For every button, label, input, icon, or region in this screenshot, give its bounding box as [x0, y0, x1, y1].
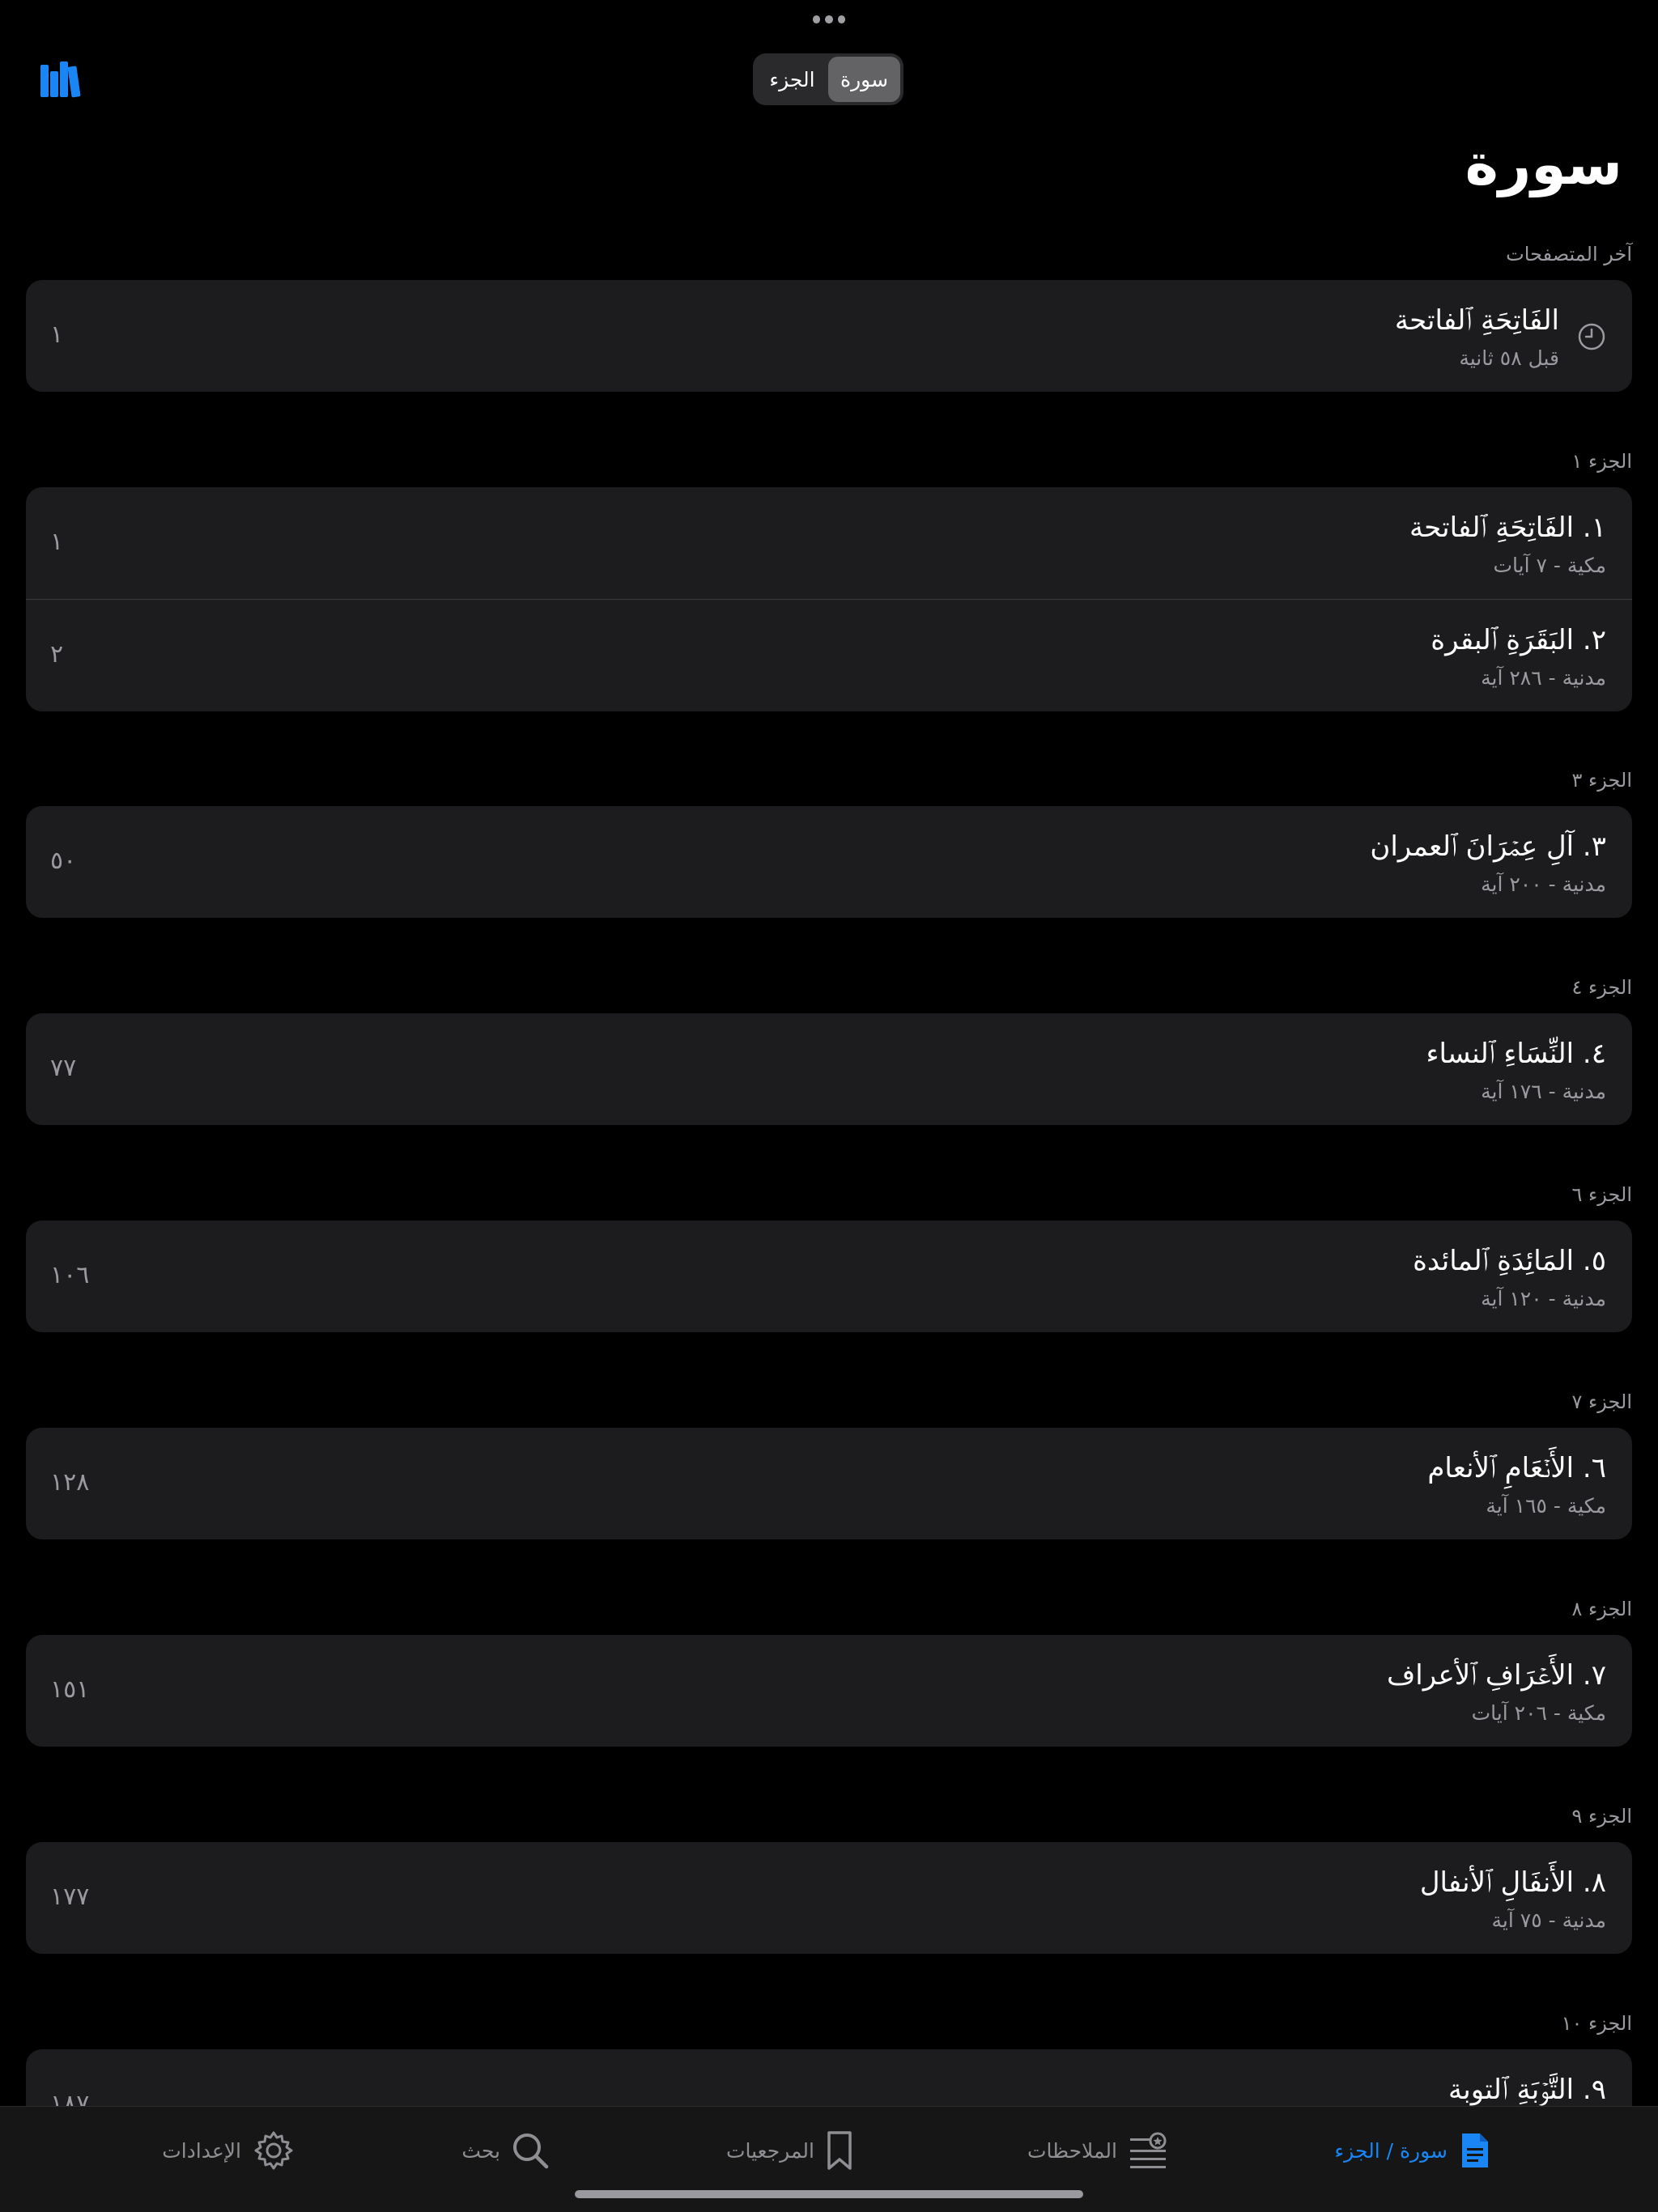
surah-row[interactable]: ٨. الأَنفَالِ ﭐﻷﻧﻔﺎﻝ مدنية - ٧٥ آية ١٧٧ — [26, 1842, 1632, 1954]
surah-row[interactable]: ٤. النِّسَاءِ ﭐﻟﻨﺴﺎﺀ مدنية - ١٧٦ آية ٧٧ — [26, 1013, 1632, 1125]
page-number: ١٧٧ — [50, 1883, 90, 1911]
section-header-juz: الجزء ٣ — [1571, 769, 1632, 792]
surah-row[interactable]: ٦. الأَنۡعَامِ ﭐﻷﻧﻌﺎﻡ مكية - ١٦٥ آية ١٢٨ — [26, 1428, 1632, 1539]
juz-card: ٣. آلِ عِمۡرَانَ ﭐﻟﻌﻤﺮﺍﻥ مدنية - ٢٠٠ آية… — [26, 806, 1632, 918]
segment-juz[interactable]: الجزء — [756, 57, 828, 102]
surah-subtitle: مدنية - ٢٠٠ آية — [1481, 872, 1606, 896]
surah-subtitle: مكية - ٢٠٦ آيات — [1471, 1701, 1606, 1725]
surah-subtitle: مدنية - ١٢٠ آية — [1481, 1287, 1606, 1310]
surah-row[interactable]: ١. الفَاتِحَةِ ﭐﻟﻔﺎﺗﺤﺔ مكية - ٧ آيات ١ — [26, 487, 1632, 599]
surah-title: ٣. آلِ عِمۡرَانَ ﭐﻟﻌﻤﺮﺍﻥ — [1370, 830, 1606, 863]
surah-subtitle: مكية - ١٦٥ آية — [1486, 1494, 1606, 1518]
surah-title: ٦. الأَنۡعَامِ ﭐﻷﻧﻌﺎﻡ — [1427, 1452, 1606, 1484]
tab-notes[interactable]: الملاحظات — [1027, 2126, 1169, 2175]
section-header-juz: الجزء ٨ — [1571, 1598, 1632, 1620]
surah-title: ٤. النِّسَاءِ ﭐﻟﻨﺴﺎﺀ — [1426, 1038, 1606, 1070]
page-number: ١٥١ — [50, 1675, 90, 1704]
page-number: ٢ — [50, 640, 64, 669]
surah-subtitle: قبل ٥٨ ثانية — [1459, 346, 1559, 370]
juz-card: ٤. النِّسَاءِ ﭐﻟﻨﺴﺎﺀ مدنية - ١٧٦ آية ٧٧ — [26, 1013, 1632, 1125]
juz-card: ٧. الأَعۡرَافِ ﭐﻷﻋﺮﺍﻑ مكية - ٢٠٦ آيات ١٥… — [26, 1635, 1632, 1747]
section-header-juz: الجزء ١٠ — [1561, 2012, 1632, 2035]
surah-row[interactable]: ٧. الأَعۡرَافِ ﭐﻷﻋﺮﺍﻑ مكية - ٢٠٦ آيات ١٥… — [26, 1635, 1632, 1747]
tab-label: الملاحظات — [1027, 2138, 1117, 2163]
surah-row[interactable]: ٥. المَائِدَةِ ﭐﻟﻤﺎﺋﺪﺓ مدنية - ١٢٠ آية ١… — [26, 1221, 1632, 1332]
section-header-recent: آخر المتصفحات — [1506, 243, 1632, 265]
tab-label: الإعدادات — [162, 2138, 241, 2163]
surah-row[interactable]: ٢. البَقَرَةِ ﭐﻟﺒﻘﺮﺓ مدنية - ٢٨٦ آية ٢ — [26, 599, 1632, 711]
page-number: ١٠٦ — [50, 1261, 90, 1289]
segment-surah[interactable]: سورة — [828, 57, 900, 102]
juz-card: ٦. الأَنۡعَامِ ﭐﻷﻧﻌﺎﻡ مكية - ١٦٥ آية ١٢٨ — [26, 1428, 1632, 1539]
tab-settings[interactable]: الإعدادات — [162, 2126, 295, 2175]
surah-title: ٢. البَقَرَةِ ﭐﻟﺒﻘﺮﺓ — [1431, 624, 1606, 656]
tab-search[interactable]: بحث — [461, 2126, 549, 2175]
surah-subtitle: مدنية - ١٧٦ آية — [1481, 1080, 1606, 1103]
page-number: ٧٧ — [50, 1054, 77, 1082]
clock-icon — [1578, 323, 1605, 350]
tab-label: سورة / الجزء — [1334, 2138, 1448, 2163]
tab-label: بحث — [461, 2138, 500, 2163]
surah-title: ٥. المَائِدَةِ ﭐﻟﻤﺎﺋﺪﺓ — [1413, 1245, 1606, 1277]
recent-card: الفَاتِحَةِ ﭐﻟﻔﺎﺗﺤﺔ قبل ٥٨ ثانية ١ — [26, 280, 1632, 392]
search-icon — [513, 2133, 549, 2169]
juz-card: ٥. المَائِدَةِ ﭐﻟﻤﺎﺋﺪﺓ مدنية - ١٢٠ آية ١… — [26, 1221, 1632, 1332]
recent-row[interactable]: الفَاتِحَةِ ﭐﻟﻔﺎﺗﺤﺔ قبل ٥٨ ثانية ١ — [26, 280, 1632, 392]
surah-subtitle: مدنية - ٧٥ آية — [1491, 1908, 1606, 1932]
section-header-juz: الجزء ٩ — [1571, 1805, 1632, 1828]
surah-row[interactable]: ٣. آلِ عِمۡرَانَ ﭐﻟﻌﻤﺮﺍﻥ مدنية - ٢٠٠ آية… — [26, 806, 1632, 918]
surah-title: ١. الفَاتِحَةِ ﭐﻟﻔﺎﺗﺤﺔ — [1409, 512, 1606, 544]
page-number: ١ — [50, 528, 64, 556]
section-header-juz: الجزء ٤ — [1571, 976, 1632, 999]
bookmark-icon — [827, 2131, 852, 2170]
tab-surah-juz[interactable]: سورة / الجزء — [1334, 2126, 1491, 2175]
home-indicator[interactable] — [575, 2190, 1083, 2198]
page-number: ١٢٨ — [50, 1468, 90, 1497]
library-icon[interactable] — [39, 60, 84, 99]
tab-label: المرجعيات — [725, 2138, 814, 2163]
surah-title: ٧. الأَعۡرَافِ ﭐﻷﻋﺮﺍﻑ — [1387, 1659, 1606, 1692]
surah-title: الفَاتِحَةِ ﭐﻟﻔﺎﺗﺤﺔ — [1394, 304, 1559, 337]
notes-list-icon — [1130, 2132, 1167, 2168]
surah-title: ٩. التَّوۡبَةِ ﭐﻟﺘﻮﺑﺔ — [1448, 2074, 1606, 2106]
surah-title: ٨. الأَنفَالِ ﭐﻷﻧﻔﺎﻝ — [1419, 1866, 1606, 1899]
section-header-juz: الجزء ١ — [1571, 450, 1632, 473]
dot — [837, 15, 845, 23]
tab-bookmarks[interactable]: المرجعيات — [726, 2126, 853, 2175]
multitasking-dots[interactable] — [813, 11, 845, 28]
juz-card: ٨. الأَنفَالِ ﭐﻷﻧﻔﺎﻝ مدنية - ٧٥ آية ١٧٧ — [26, 1842, 1632, 1954]
dot — [813, 15, 821, 23]
surah-subtitle: مكية - ٧ آيات — [1493, 554, 1606, 577]
page-number: ١ — [50, 321, 64, 349]
dot — [825, 15, 833, 23]
page-title: سورة — [1465, 131, 1622, 197]
juz-card: ١. الفَاتِحَةِ ﭐﻟﻔﺎﺗﺤﺔ مكية - ٧ آيات ١ ٢… — [26, 487, 1632, 711]
section-header-juz: الجزء ٧ — [1571, 1390, 1632, 1413]
page-number: ٥٠ — [50, 847, 77, 875]
gear-icon — [254, 2131, 293, 2170]
surah-juz-segmented-control[interactable]: سورة الجزء — [753, 53, 903, 105]
surah-subtitle: مدنية - ٢٨٦ آية — [1481, 666, 1606, 690]
section-header-juz: الجزء ٦ — [1571, 1183, 1632, 1206]
document-icon — [1462, 2133, 1488, 2167]
